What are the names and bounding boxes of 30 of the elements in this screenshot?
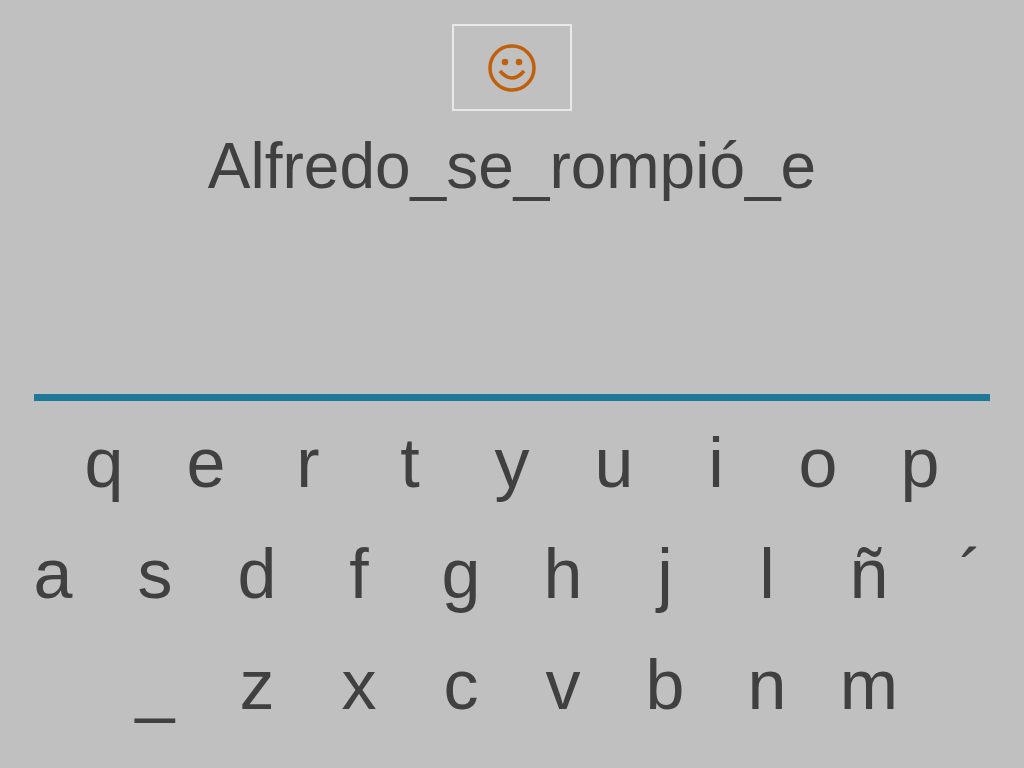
letter-key[interactable]: c [410,643,512,728]
letter-key[interactable]: i [665,421,767,506]
letter-key[interactable]: e [155,421,257,506]
letter-key[interactable]: h [512,532,614,617]
letter-key[interactable]: o [767,421,869,506]
letter-key[interactable]: s [104,532,206,617]
letter-key[interactable]: x [308,643,410,728]
letter-key[interactable]: ñ [818,532,920,617]
letter-key[interactable]: n [716,643,818,728]
letter-key[interactable]: r [257,421,359,506]
letter-key[interactable]: j [614,532,716,617]
letter-key[interactable]: t [359,421,461,506]
letter-key[interactable]: _ [104,643,206,728]
letter-key[interactable]: f [308,532,410,617]
letter-key[interactable]: y [461,421,563,506]
letter-key[interactable]: b [614,643,716,728]
letter-key[interactable]: ´ [920,532,1022,617]
letter-key[interactable]: z [206,643,308,728]
letter-key[interactable]: q [53,421,155,506]
letter-key[interactable]: u [563,421,665,506]
letter-key[interactable]: m [818,643,920,728]
letter-key[interactable]: p [869,421,971,506]
letter-key[interactable]: l [716,532,818,617]
letter-key[interactable]: v [512,643,614,728]
hint-button[interactable] [452,24,572,111]
letter-key[interactable]: d [206,532,308,617]
letter-key[interactable]: g [410,532,512,617]
phrase-text: Alfredo_se_rompió_e [207,131,817,202]
smiley-icon [487,42,537,93]
letter-key[interactable]: a [2,532,104,617]
